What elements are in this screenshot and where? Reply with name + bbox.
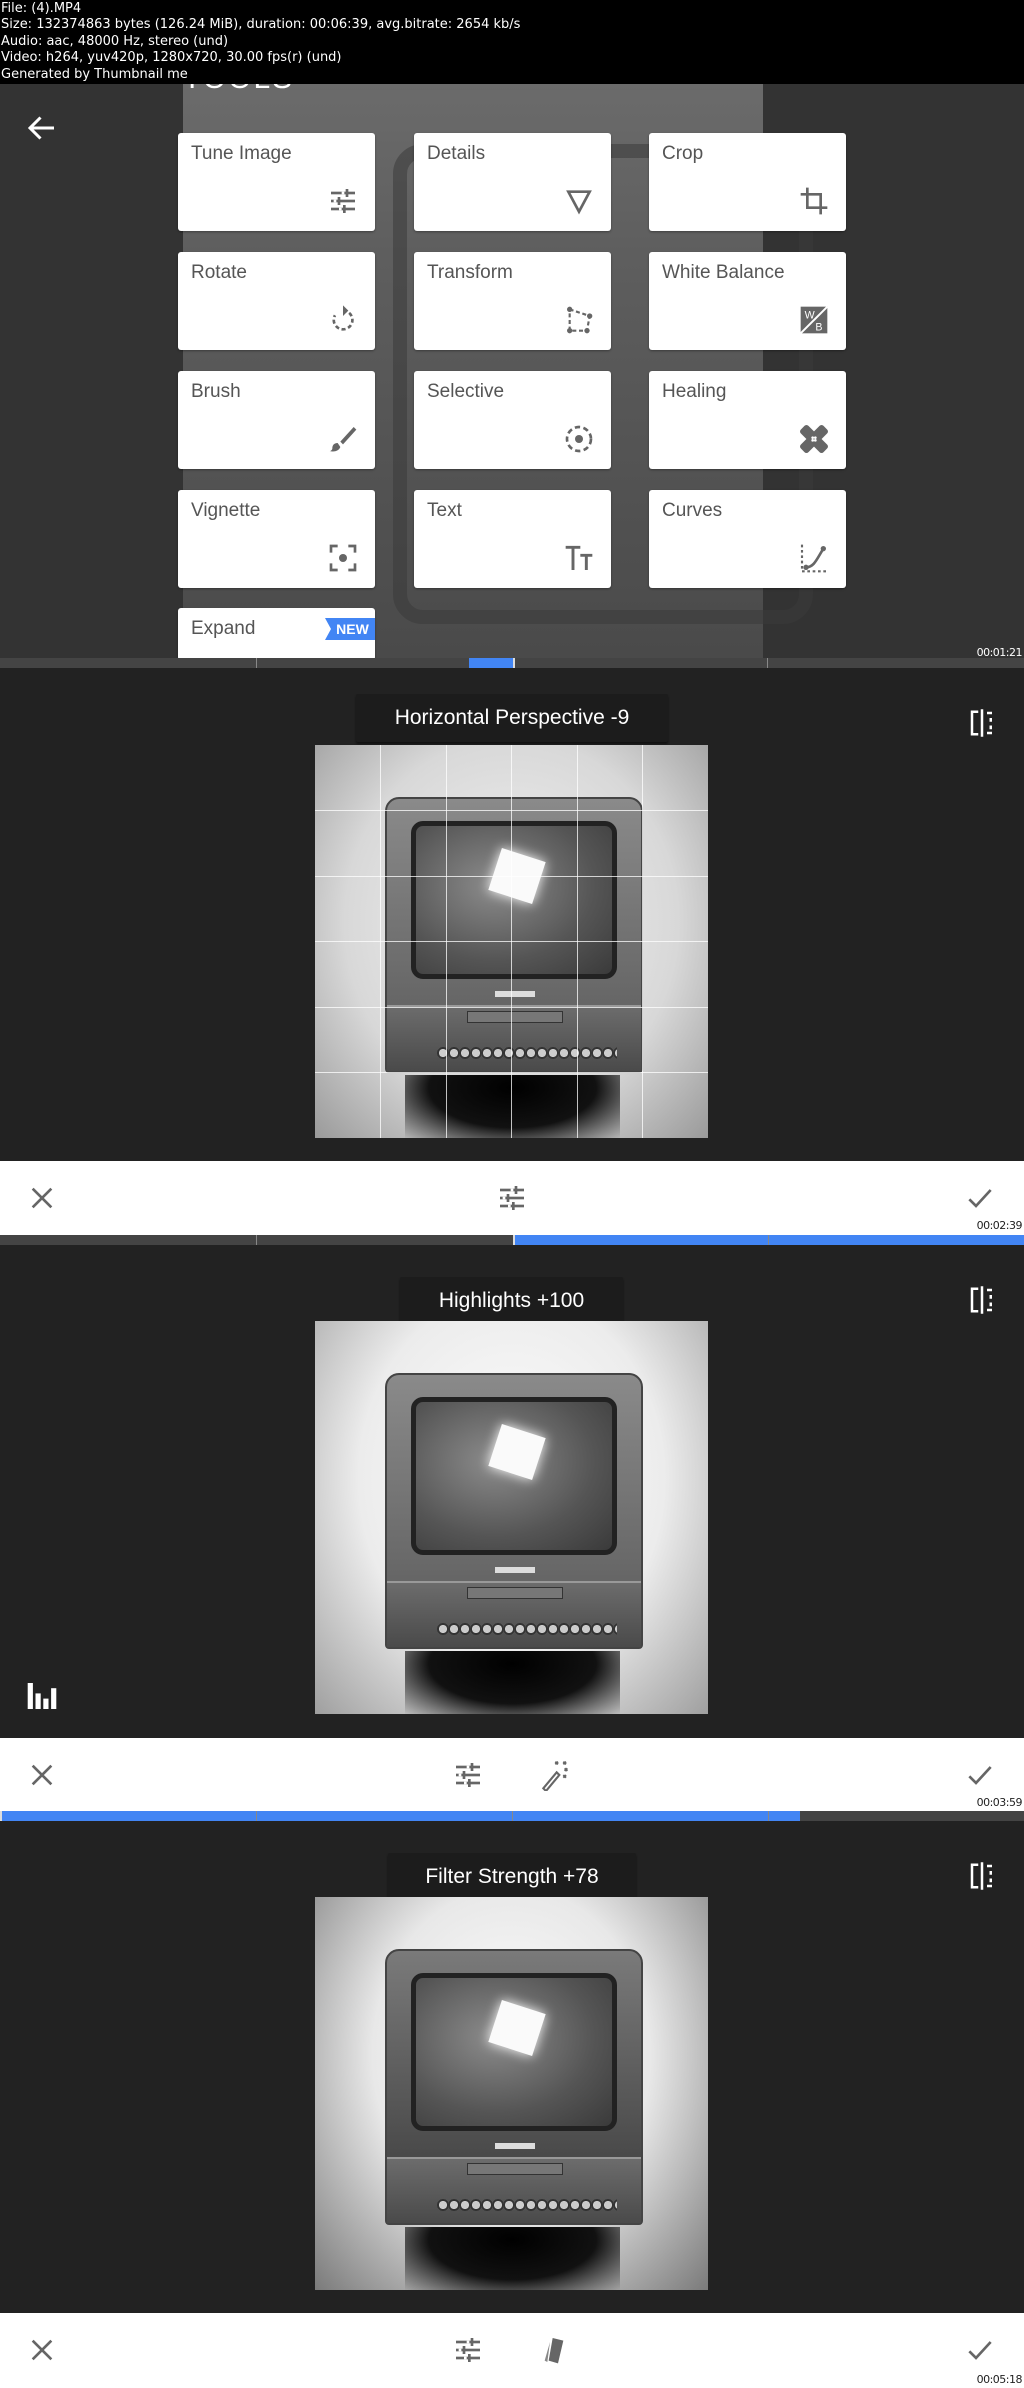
edited-photo[interactable] [315,1897,708,2290]
sliders-icon[interactable] [452,1759,484,1791]
timeline-tick [768,1235,769,1245]
timeline-tick [512,1811,513,1821]
tool-label: Transform [427,262,513,283]
video-timeline[interactable] [0,658,1024,682]
value-label: Filter Strength +78 [388,1853,636,1901]
video-timeline[interactable] [0,1811,1024,1835]
sliders-icon[interactable] [496,1182,528,1214]
timeline-tick [768,1811,769,1821]
tool-white-balance[interactable]: White Balance WB [649,252,846,350]
filter-editor-screen: Filter Strength +78 [0,1821,1024,2313]
tool-label: Details [427,143,486,164]
tool-vignette[interactable]: Vignette [178,490,375,588]
video-timeline[interactable] [0,1235,1024,1259]
back-button[interactable] [24,110,60,146]
tool-curves[interactable]: Curves [649,490,846,588]
timestamp: 00:02:39 [976,1219,1023,1232]
audio-info: Audio: aac, 48000 Hz, stereo (und) [1,33,229,49]
tool-transform[interactable]: Transform [414,252,611,350]
timeline-progress [468,658,514,668]
transform-icon [567,306,593,334]
apply-button[interactable] [964,2334,996,2366]
tool-rotate[interactable]: Rotate [178,252,375,350]
tools-title: TOOLS [183,84,294,96]
timestamp: 00:03:59 [976,1796,1023,1809]
triangle-down-icon [566,190,592,215]
tool-label: White Balance [662,262,785,283]
tool-label: Selective [427,381,505,402]
tool-label: Healing [662,381,727,402]
value-label: Horizontal Perspective -9 [356,694,668,742]
edited-photo[interactable] [315,745,708,1138]
file-name: File: (4).MP4 [1,1,82,16]
arrow-left-icon [27,116,54,140]
tool-label: Crop [662,143,704,164]
timeline-tick [256,1235,257,1245]
sliders-icon [331,189,355,213]
text-icon [565,545,593,570]
file-info-header: File: (4).MP4 Size: 132374863 bytes (126… [0,0,1024,84]
sliders-icon[interactable] [452,2334,484,2366]
tool-healing[interactable]: Healing [649,371,846,469]
transform-editor-screen: Horizontal Perspective -9 [0,668,1024,1161]
tool-label: Curves [662,500,723,521]
edit-action-bar: 00:02:39 [0,1161,1024,1235]
white-balance-icon: WB [799,305,829,335]
cancel-button[interactable] [26,1182,58,1214]
video-info: Video: h264, yuv420p, 1280x720, 30.00 fp… [1,50,342,66]
edited-photo[interactable] [315,1321,708,1714]
tool-tune-image[interactable]: Tune Image [178,133,375,231]
timeline-tick [256,1811,257,1821]
tool-text[interactable]: Text [414,490,611,588]
cancel-button[interactable] [26,1759,58,1791]
tool-details[interactable]: Details [414,133,611,231]
apply-button[interactable] [964,1182,996,1214]
cancel-button[interactable] [26,2334,58,2366]
tool-label: Brush [191,381,241,402]
compare-icon[interactable] [966,1285,998,1315]
tune-image-editor-screen: Highlights +100 [0,1245,1024,1738]
timeline-tick [767,658,768,668]
apply-button[interactable] [964,1759,996,1791]
tool-label: Vignette [191,500,261,521]
svg-text:W: W [805,310,816,322]
tool-selective[interactable]: Selective [414,371,611,469]
tool-label: Rotate [191,262,247,283]
tool-label: Expand [191,618,256,639]
tool-label: Tune Image [191,143,292,164]
crop-icon [800,187,828,215]
tool-expand[interactable]: Expand NEW [178,608,375,658]
compare-icon[interactable] [966,708,998,738]
tool-brush[interactable]: Brush [178,371,375,469]
timeline-progress [0,1811,800,1821]
tool-crop[interactable]: Crop [649,133,846,231]
file-size: Size: 132374863 bytes (126.24 MiB), dura… [1,17,521,33]
value-label: Highlights +100 [400,1277,623,1325]
timestamp: 00:05:18 [976,2373,1023,2386]
edit-action-bar: 00:05:18 [0,2313,1024,2388]
rotate-icon [332,305,354,331]
curves-icon [800,544,829,573]
edit-action-bar: 00:03:59 [0,1738,1024,1812]
vignette-icon [329,544,357,572]
histogram-icon[interactable] [26,1683,58,1709]
selective-icon [565,425,593,453]
compare-icon[interactable] [966,1861,998,1891]
tool-label: Text [427,500,462,521]
svg-text:B: B [815,322,822,334]
magic-wand-icon[interactable] [538,1759,570,1791]
new-badge: NEW [325,618,375,640]
styles-icon[interactable] [538,2334,570,2366]
tools-screen: TOOLS Tune Image Details Crop Rotate Tra… [0,84,1024,658]
bandage-icon [800,425,828,453]
generator-info: Generated by Thumbnail me [1,66,188,82]
brush-icon [329,427,357,452]
timeline-tick [256,658,257,668]
